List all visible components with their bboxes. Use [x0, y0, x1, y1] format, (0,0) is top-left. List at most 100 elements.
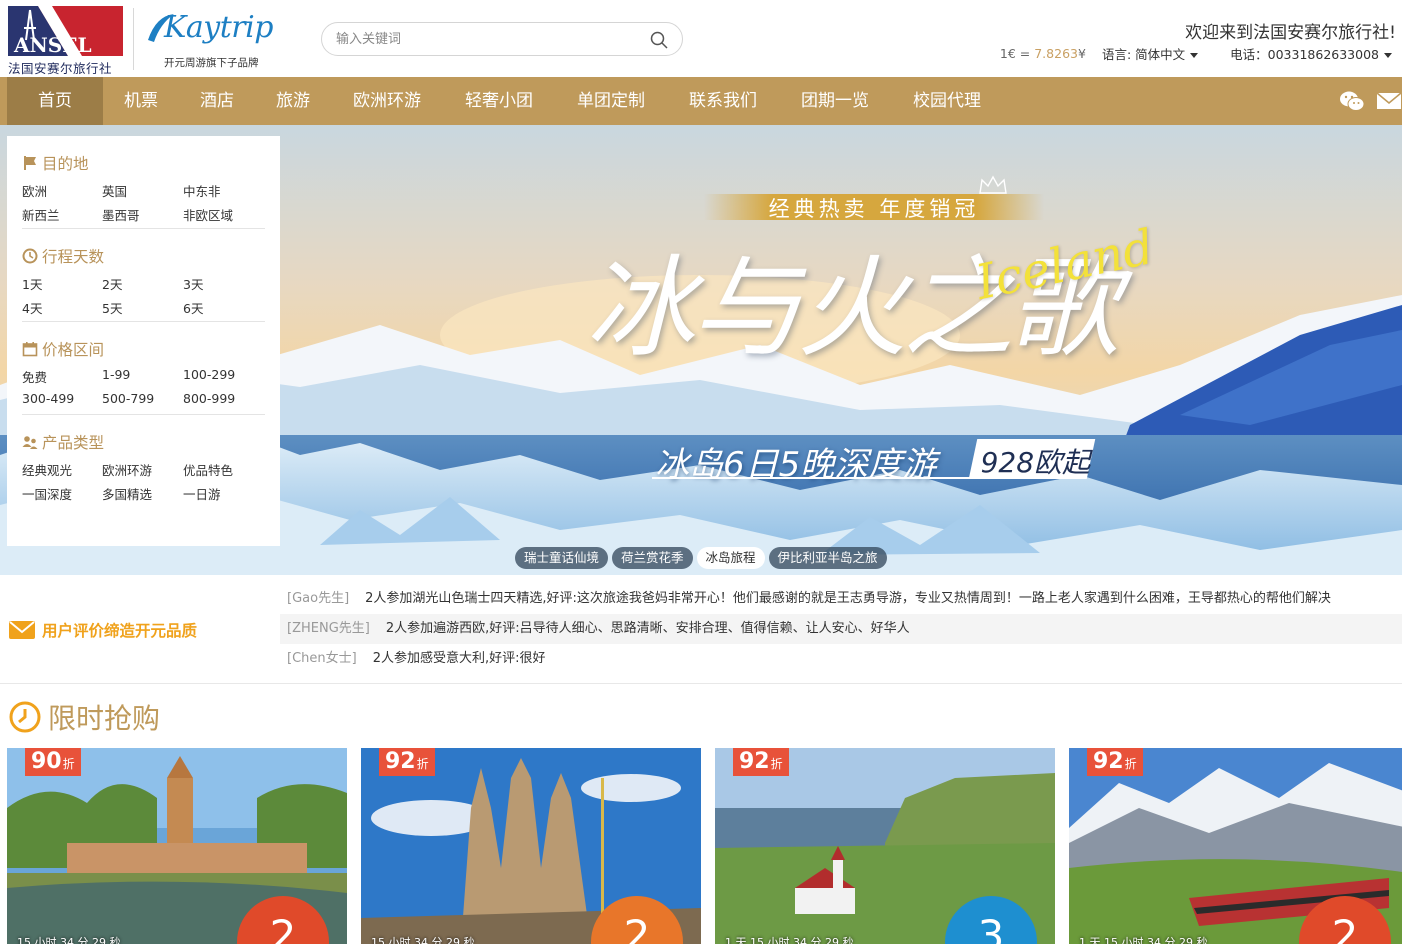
nav-item-tours[interactable]: 旅游 — [255, 77, 331, 125]
flash-sale-card[interactable]: 90折 2 15 小时 34 分 29 秒 — [7, 748, 347, 944]
main-nav: 首页 机票 酒店 旅游 欧洲环游 轻奢小团 单团定制 联系我们 团期一览 校园代… — [0, 77, 1402, 125]
filter-option[interactable]: 3天 — [183, 274, 203, 293]
nav-item-custom-group[interactable]: 单团定制 — [555, 77, 667, 125]
discount-unit: 折 — [1124, 757, 1137, 771]
filter-option[interactable]: 1-99 — [102, 367, 130, 382]
countdown-timer: 15 小时 34 分 29 秒 — [371, 936, 475, 944]
kaytrip-wordmark: Kaytrip — [164, 10, 273, 45]
filter-option[interactable]: 2天 — [102, 274, 122, 293]
banner-subtitle-underline — [652, 477, 974, 479]
top-info-bar: 1€ = 7.8263¥ 语言: 简体中文 电话：00331862633008 — [1000, 44, 1392, 63]
filter-option[interactable]: 100-299 — [183, 367, 235, 382]
filter-title-days: 行程天数 — [42, 248, 105, 266]
wechat-icon[interactable] — [1339, 89, 1365, 113]
mail-icon[interactable] — [1376, 89, 1402, 113]
reviews-label: 用户评价缔造开元品质 — [8, 619, 197, 641]
users-icon — [22, 436, 38, 449]
review-item[interactable]: [Chen女士] 2人参加感受意大利,好评:很好 — [280, 644, 1402, 674]
ansel-caption: 法国安赛尔旅行社 — [8, 61, 113, 76]
kaytrip-tagline: 开元周游旗下子品牌 — [164, 57, 259, 69]
ansel-logo-text: ANSEL — [13, 33, 92, 56]
chevron-down-icon[interactable] — [1384, 53, 1392, 58]
clock-icon — [9, 701, 41, 733]
filter-heading: 行程天数 — [22, 245, 104, 267]
slide-tab-iberia[interactable]: 伊比利亚半岛之旅 — [768, 547, 887, 569]
phone-label: 电话： — [1230, 47, 1268, 62]
flash-sale-card[interactable]: 92折 2 15 小时 34 分 29 秒 — [361, 748, 701, 944]
language-selector[interactable]: 语言: 简体中文 — [1101, 44, 1199, 63]
filter-option[interactable]: 一日游 — [183, 484, 221, 503]
filter-option[interactable]: 5天 — [102, 298, 122, 317]
nav-item-contact[interactable]: 联系我们 — [667, 77, 779, 125]
rate-value: 7.8263 — [1034, 46, 1078, 61]
rate-prefix: 1€ = — [999, 46, 1035, 61]
flash-sale-title: 限时抢购 — [48, 702, 161, 735]
review-item[interactable]: [Gao先生] 2人参加湖光山色瑞士四天精选,好评:这次旅途我爸妈非常开心！他们最… — [280, 584, 1402, 614]
filter-option[interactable]: 6天 — [183, 298, 203, 317]
nav-item-home[interactable]: 首页 — [7, 77, 103, 125]
flash-sale-card[interactable]: 92折 2 1 天 15 小时 34 分 29 秒 — [1069, 748, 1402, 944]
kaytrip-logo[interactable]: Kaytrip 开元周游旗下子品牌 — [146, 10, 281, 70]
nav-item-campus-agent[interactable]: 校园代理 — [891, 77, 1003, 125]
search-input[interactable] — [334, 29, 644, 49]
countdown-timer: 1 天 15 小时 34 分 29 秒 — [725, 936, 854, 944]
banner-price-tag: 928欧起 — [968, 439, 1096, 479]
discount-value: 92 — [385, 749, 416, 774]
filter-option[interactable]: 中东非 — [183, 181, 221, 200]
filter-option[interactable]: 800-999 — [183, 391, 235, 406]
filter-option[interactable]: 4天 — [22, 298, 42, 317]
nav-item-flights[interactable]: 机票 — [103, 77, 179, 125]
filter-option[interactable]: 欧洲 — [22, 181, 47, 200]
calendar-icon — [22, 342, 38, 357]
site-header: ANSEL 法国安赛尔旅行社 Kaytrip 开元周游旗下子品牌 欢迎来到法国安… — [0, 0, 1402, 77]
slide-tab-netherlands[interactable]: 荷兰赏花季 — [612, 547, 693, 569]
filter-heading: 目的地 — [22, 152, 89, 174]
filter-option[interactable]: 300-499 — [22, 391, 74, 406]
filter-option[interactable]: 欧洲环游 — [102, 460, 152, 479]
discount-badge: 92折 — [733, 748, 789, 776]
slide-tab-iceland[interactable]: 冰岛旅程 — [696, 547, 765, 569]
user-reviews: 用户评价缔造开元品质 [Gao先生] 2人参加湖光山色瑞士四天精选,好评:这次旅途… — [0, 575, 1402, 684]
filter-option[interactable]: 英国 — [102, 181, 127, 200]
welcome-text: 欢迎来到法国安赛尔旅行社! — [1185, 23, 1396, 43]
discount-unit: 折 — [62, 757, 75, 771]
filter-option[interactable]: 一国深度 — [22, 484, 72, 503]
filter-option[interactable]: 优品特色 — [183, 460, 233, 479]
filter-group-days: 行程天数 1天 2天 3天 4天 5天 6天 — [22, 229, 265, 322]
slide-tab-switzerland[interactable]: 瑞士童话仙境 — [515, 547, 609, 569]
filter-option[interactable]: 新西兰 — [22, 205, 60, 224]
language-value: 简体中文 — [1135, 47, 1186, 62]
discount-badge: 90折 — [25, 748, 81, 776]
nav-item-schedule[interactable]: 团期一览 — [779, 77, 891, 125]
ansel-logo[interactable]: ANSEL 法国安赛尔旅行社 — [8, 6, 123, 76]
discount-value: 92 — [739, 749, 770, 774]
filter-option[interactable]: 多国精选 — [102, 484, 152, 503]
filter-option[interactable]: 非欧区域 — [183, 205, 233, 224]
filter-option[interactable]: 免费 — [22, 367, 47, 386]
countdown-timer: 1 天 15 小时 34 分 29 秒 — [1079, 936, 1208, 944]
exchange-rate: 1€ = 7.8263¥ — [1000, 46, 1086, 61]
review-author: [Chen女士] — [287, 651, 357, 666]
nav-item-hotels[interactable]: 酒店 — [179, 77, 255, 125]
review-text: 2人参加感受意大利,好评:很好 — [372, 651, 546, 666]
filter-option[interactable]: 500-799 — [102, 391, 154, 406]
filter-option[interactable]: 经典观光 — [22, 460, 72, 479]
discount-badge: 92折 — [379, 748, 435, 776]
search-icon[interactable] — [650, 31, 668, 49]
filter-option[interactable]: 1天 — [22, 274, 42, 293]
review-text: 2人参加湖光山色瑞士四天精选,好评:这次旅途我爸妈非常开心！他们最感谢的就是王志… — [365, 591, 1331, 606]
phone-number: 00331862633008 — [1267, 47, 1379, 62]
nav-item-europe-tour[interactable]: 欧洲环游 — [331, 77, 443, 125]
review-item[interactable]: [ZHENG先生] 2人参加遍游西欧,好评:吕导待人细心、思路清晰、安排合理、值得… — [280, 614, 1402, 644]
search-box — [321, 22, 683, 56]
nav-item-luxury-group[interactable]: 轻奢小团 — [443, 77, 555, 125]
banner-price: 928欧起 — [980, 446, 1091, 479]
rate-suffix: ¥ — [1077, 46, 1086, 61]
filter-option[interactable]: 墨西哥 — [102, 205, 140, 224]
discount-value: 92 — [1093, 749, 1124, 774]
language-label: 语言: — [1101, 47, 1136, 62]
filter-title-price: 价格区间 — [42, 341, 105, 359]
flash-sale-card[interactable]: 92折 3 1 天 15 小时 34 分 29 秒 — [715, 748, 1055, 944]
search-filter-panel: 目的地 欧洲 英国 中东非 新西兰 墨西哥 非欧区域 行程天数 1天 2天 3天… — [7, 136, 280, 546]
filter-group-price: 价格区间 免费 1-99 100-299 300-499 500-799 800… — [22, 322, 265, 415]
